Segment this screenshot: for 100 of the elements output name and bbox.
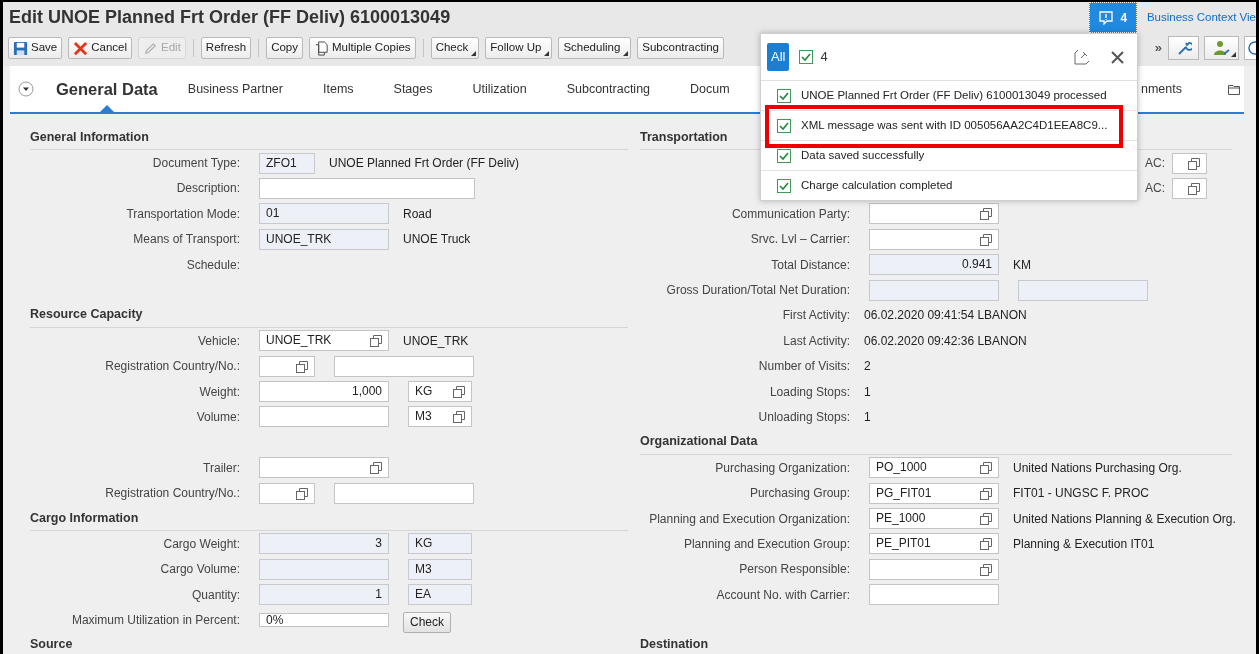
field-label: Planning and Execution Group: [682, 535, 850, 553]
field-value: Road [403, 205, 432, 223]
input-field[interactable]: M3 [408, 558, 472, 580]
tab[interactable]: Business Partner [167, 66, 303, 112]
value-help-icon [980, 233, 992, 246]
input-field[interactable]: 1,000 [259, 381, 389, 403]
folder-icon [1228, 83, 1240, 95]
tab[interactable]: Utilization [452, 66, 547, 112]
input-field[interactable] [259, 457, 389, 479]
input-field[interactable] [1172, 152, 1207, 174]
value-help-icon [453, 386, 465, 399]
field-label: Vehicle: [196, 332, 240, 350]
input-field[interactable] [1018, 279, 1148, 301]
tab[interactable]: General Data [46, 66, 168, 112]
notifications-button[interactable]: 4 [1088, 2, 1137, 33]
input-field[interactable]: UNOE_TRK [259, 330, 389, 352]
section-title: Cargo Information [30, 509, 139, 527]
tab[interactable]: nments [1141, 66, 1202, 112]
input-field[interactable]: PE_PIT01 [869, 533, 999, 555]
input-field[interactable] [259, 482, 315, 504]
input-field[interactable]: 1 [259, 584, 389, 606]
input-field[interactable]: 0.941 [869, 254, 999, 276]
input-field[interactable] [869, 203, 999, 225]
field-label: Volume: [195, 409, 240, 426]
menu-corner-icon [1231, 52, 1236, 57]
field-label: AC: [1145, 155, 1165, 173]
input-field[interactable] [259, 558, 389, 580]
toolbar-button[interactable]: Multiple Copies [309, 37, 416, 59]
help-button[interactable] [1244, 36, 1256, 60]
overflow-button[interactable]: » [1154, 38, 1162, 58]
save-icon [13, 40, 28, 56]
field-label: Description: [175, 180, 240, 198]
input-field[interactable]: UNOE_TRK [259, 228, 389, 250]
tab[interactable]: Docum [670, 66, 750, 112]
toolbar-button[interactable]: Copy [266, 37, 303, 59]
input-field[interactable] [334, 355, 474, 377]
input-field[interactable] [1172, 177, 1207, 199]
field-label: Unloading Stops: [757, 409, 850, 426]
input-field[interactable]: 0% [259, 613, 389, 628]
toolbar-button[interactable]: Save [8, 37, 63, 59]
success-icon [777, 148, 791, 163]
tab[interactable]: Stages [373, 66, 453, 112]
field-label: Planning and Execution Organization: [648, 510, 850, 528]
value-help-icon [980, 208, 992, 221]
input-field[interactable] [259, 177, 475, 199]
field-label: Transportation Mode: [125, 205, 240, 223]
tab[interactable]: Subcontracting [546, 66, 671, 112]
field-label: Quantity: [190, 586, 240, 604]
input-field[interactable]: PE_1000 [869, 508, 999, 530]
field-label: Purchasing Group: [748, 485, 850, 503]
toolbar-button[interactable]: Scheduling [558, 37, 632, 59]
success-icon [777, 88, 791, 103]
toolbar-button[interactable]: Check [430, 37, 480, 59]
input-field[interactable] [869, 279, 999, 301]
field-label: Communication Party: [730, 205, 850, 223]
field-value: United Nations Purchasing Org. [1013, 459, 1182, 477]
toolbar-button[interactable]: Refresh [200, 37, 252, 59]
input-field[interactable] [259, 406, 389, 428]
input-field[interactable]: 3 [259, 533, 389, 555]
field-label: Weight: [198, 383, 240, 401]
input-field[interactable]: KG [408, 381, 472, 403]
tab[interactable]: Items [303, 66, 374, 112]
input-field[interactable]: PO_1000 [869, 457, 999, 479]
input-field[interactable] [334, 482, 474, 504]
user-settings-button[interactable] [1204, 36, 1239, 60]
menu-corner-icon [544, 51, 550, 56]
value-help-icon [1188, 157, 1200, 170]
input-field[interactable] [869, 558, 999, 580]
business-context-link[interactable]: Business Context Vie [1146, 8, 1256, 27]
input-field[interactable]: PG_FIT01 [869, 482, 999, 504]
input-field[interactable]: EA [408, 584, 472, 606]
menu-corner-icon [623, 51, 629, 56]
settings-button[interactable] [1168, 36, 1199, 60]
input-field[interactable] [869, 584, 999, 606]
field-label: Account No. with Carrier: [715, 586, 850, 604]
close-button[interactable] [1109, 49, 1125, 65]
filter-button[interactable]: All [767, 43, 790, 71]
input-field[interactable] [259, 355, 315, 377]
check-button[interactable]: Check [403, 611, 451, 633]
field-value: 06.02.2020 09:41:54 LBANON [864, 307, 1027, 325]
input-field[interactable] [869, 228, 999, 250]
input-field[interactable]: M3 [408, 406, 472, 428]
toolbar-button[interactable]: Cancel [68, 37, 133, 59]
field-label: Schedule: [185, 256, 240, 274]
field-label: Person Responsible: [738, 561, 850, 579]
toolbar-button[interactable]: Subcontracting [637, 37, 724, 59]
toolbar-button[interactable]: Follow Up [485, 37, 553, 59]
field-value: Planning & Execution IT01 [1013, 535, 1155, 553]
value-help-icon [980, 513, 992, 526]
pin-button[interactable] [1073, 48, 1091, 66]
success-icon [777, 179, 791, 193]
value-help-icon [370, 462, 382, 475]
field-value: 1 [864, 409, 871, 426]
message-text: UNOE Planned Frt Order (FF Deliv) 6100013049 processed [801, 87, 1107, 103]
field-label: Srvc. Lvl – Carrier: [749, 231, 850, 249]
input-field[interactable]: KG [408, 533, 472, 555]
input-field[interactable]: ZFO1 [259, 152, 315, 174]
input-field[interactable]: 01 [259, 203, 389, 225]
close-icon [1110, 50, 1124, 64]
pin-icon [1074, 49, 1090, 65]
